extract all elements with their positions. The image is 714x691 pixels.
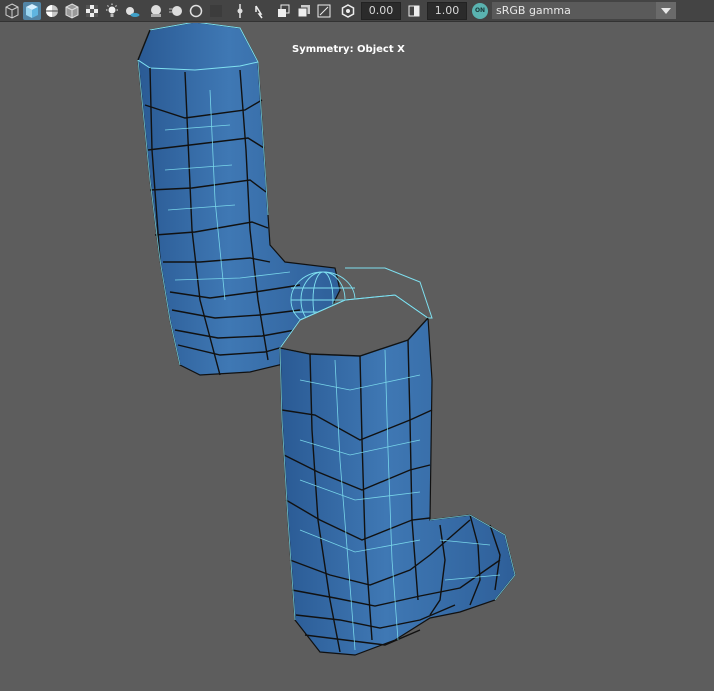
viewport-toolbar: 0.00 1.00 ON sRGB gamma: [0, 0, 714, 22]
shaded-cube-icon[interactable]: [23, 1, 41, 20]
xray-icon[interactable]: [251, 2, 269, 20]
depth-of-field-icon[interactable]: [207, 2, 225, 20]
toolbar-separator: [270, 3, 274, 19]
xray-components-icon[interactable]: [295, 2, 313, 20]
exposure-field[interactable]: 0.00: [361, 1, 401, 20]
wireframe-cube-icon[interactable]: [3, 2, 21, 20]
light-bulb-icon[interactable]: [103, 2, 121, 20]
colorspace-selected: sRGB gamma: [496, 4, 571, 17]
right-boot-mesh[interactable]: [279, 267, 516, 656]
motion-blur-icon[interactable]: [167, 2, 185, 20]
xray-joints-icon[interactable]: [275, 2, 293, 20]
toolbar-separator: [334, 3, 338, 19]
3d-viewport[interactable]: [0, 23, 714, 691]
toolbar-separator: [142, 3, 146, 19]
camera-frame-icon[interactable]: [315, 2, 333, 20]
gamma-icon[interactable]: [405, 2, 423, 20]
isolate-select-icon[interactable]: [231, 2, 249, 20]
colorspace-dropdown[interactable]: sRGB gamma: [492, 2, 676, 19]
textured-cube-icon[interactable]: [63, 2, 81, 20]
colorspace-toggle[interactable]: ON: [472, 2, 488, 19]
checker-texture-icon[interactable]: [83, 2, 101, 20]
anti-alias-icon[interactable]: [187, 2, 205, 20]
exposure-icon[interactable]: [339, 2, 357, 20]
ambient-occlusion-icon[interactable]: [147, 2, 165, 20]
toolbar-separator: [226, 3, 230, 19]
wireframe-on-shaded-icon[interactable]: [43, 2, 61, 20]
gamma-field[interactable]: 1.00: [427, 1, 467, 20]
chevron-down-icon[interactable]: [656, 2, 676, 19]
maya-viewport-panel: 0.00 1.00 ON sRGB gamma Symmetry: Object…: [0, 0, 714, 691]
shadows-icon[interactable]: [123, 2, 141, 20]
